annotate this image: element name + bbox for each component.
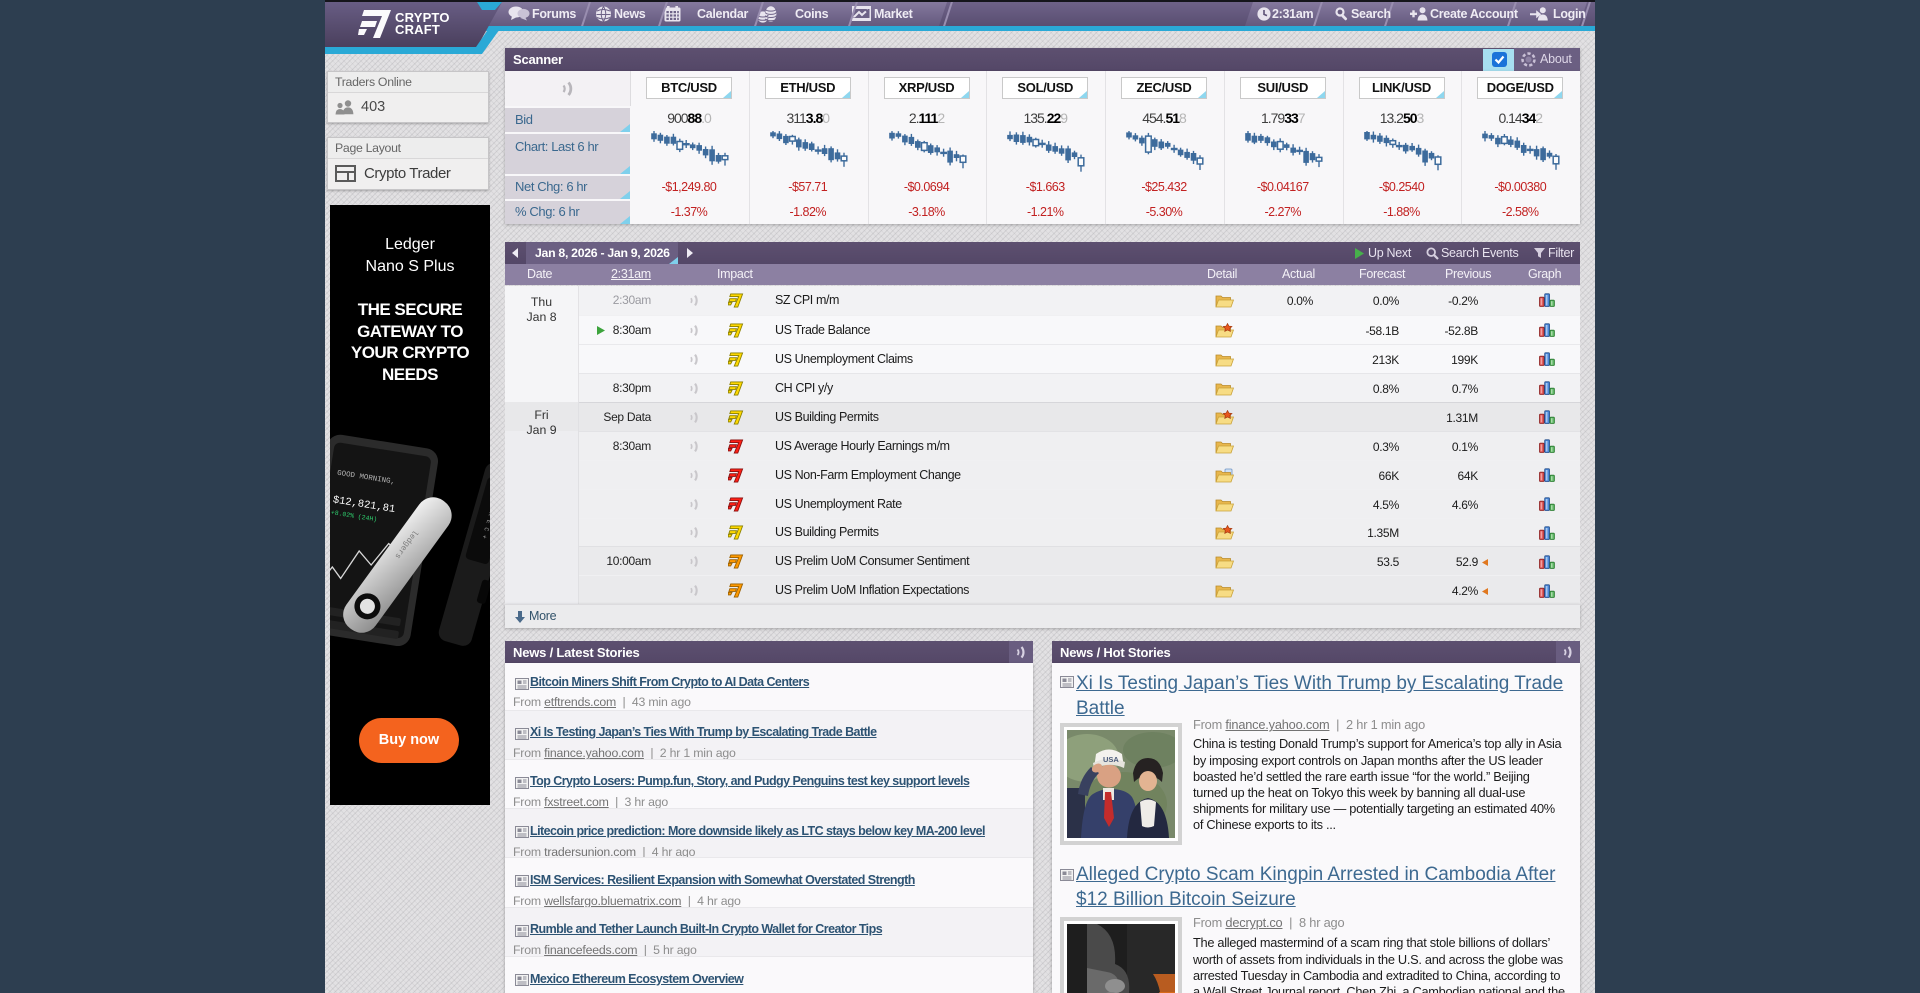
svg-text:USA: USA <box>1103 755 1119 764</box>
